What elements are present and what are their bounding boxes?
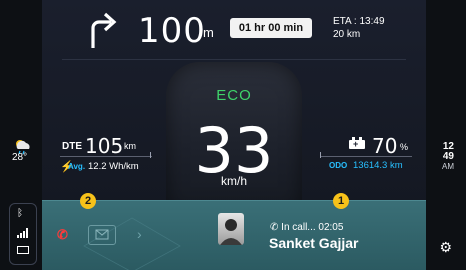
next-button[interactable]: › bbox=[137, 226, 142, 242]
dte-tick bbox=[150, 152, 151, 158]
dte-unit: km bbox=[124, 141, 136, 151]
avg-label: Avg. bbox=[68, 162, 86, 171]
dte-divider bbox=[60, 156, 152, 157]
avg-consumption: 12.2 Wh/km bbox=[88, 161, 139, 172]
odo-label: ODO bbox=[329, 161, 348, 170]
battery-percent: 70 bbox=[372, 134, 398, 158]
step-badge-2: 2 bbox=[80, 193, 96, 209]
call-status-text: In call... 02:05 bbox=[281, 222, 344, 233]
eta-distance: 20 km bbox=[333, 29, 361, 40]
odo-divider bbox=[320, 156, 412, 157]
odometer-value: 13614.3 km bbox=[353, 160, 403, 171]
clock-ampm: AM bbox=[442, 162, 454, 171]
signal-icon bbox=[17, 228, 28, 238]
dte-label: DTE bbox=[62, 141, 82, 152]
battery-charge-icon: + bbox=[353, 139, 359, 149]
clock-minute: 49 bbox=[442, 151, 454, 162]
eta-time: ETA : 13:49 bbox=[333, 16, 385, 27]
call-status: ✆ In call... 02:05 bbox=[270, 222, 344, 233]
caller-name: Sanket Gajjar bbox=[269, 235, 359, 251]
phone-battery-icon bbox=[17, 246, 29, 254]
settings-gear-icon[interactable]: ⚙ bbox=[439, 239, 452, 256]
speedometer-value: 33 bbox=[195, 120, 274, 178]
trip-duration: 01 hr 00 min bbox=[230, 18, 312, 38]
nav-divider bbox=[62, 59, 406, 60]
turn-distance-unit: m bbox=[203, 25, 214, 40]
message-button[interactable] bbox=[88, 225, 116, 245]
envelope-icon bbox=[95, 229, 109, 240]
turn-distance: 100 bbox=[138, 11, 206, 51]
main-display: 100 m 01 hr 00 min ETA : 13:49 20 km ECO… bbox=[42, 0, 426, 270]
instrument-cluster: 28° ᛒ 100 m 01 hr 00 min ETA : 13:49 20 … bbox=[0, 0, 466, 270]
odo-tick bbox=[320, 152, 321, 158]
navigation-bar: 100 m 01 hr 00 min ETA : 13:49 20 km bbox=[42, 0, 426, 60]
contact-avatar bbox=[218, 213, 244, 245]
speed-unit: km/h bbox=[220, 174, 247, 188]
eta-info: ETA : 13:49 20 km bbox=[333, 15, 385, 41]
turn-right-icon bbox=[91, 12, 117, 48]
bluetooth-icon: ᛒ bbox=[17, 208, 23, 219]
reject-call-button[interactable]: ✆ bbox=[57, 227, 75, 242]
left-status-rail: 28° ᛒ bbox=[0, 0, 42, 270]
temperature: 28° bbox=[12, 152, 28, 163]
step-badge-1: 1 bbox=[333, 193, 349, 209]
right-status-rail: 12 49 AM ⚙ bbox=[426, 0, 466, 270]
person-icon bbox=[220, 219, 242, 245]
dte-value: 105 bbox=[85, 134, 124, 158]
speed-text: 33 bbox=[195, 120, 274, 178]
drive-mode: ECO bbox=[216, 87, 252, 104]
battery-unit: % bbox=[400, 142, 409, 152]
